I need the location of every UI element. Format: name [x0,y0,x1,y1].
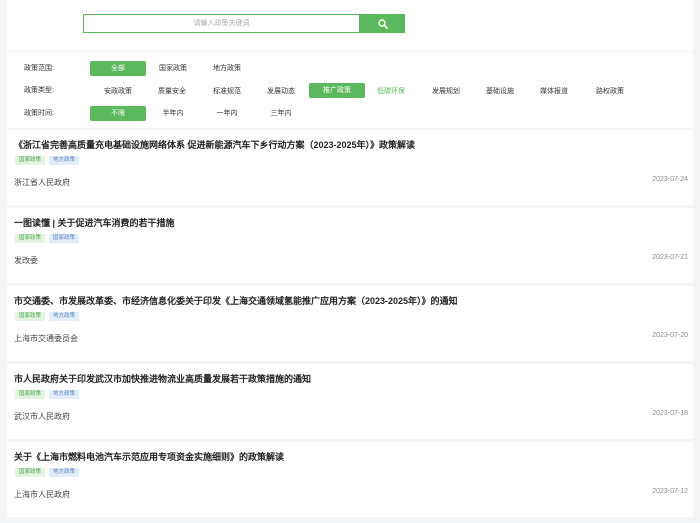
policy-issuer: 浙江省人民政府 [14,178,70,187]
policy-date: 2023-07-12 [652,488,688,495]
tag-group: 国家政策 地方政策 [15,468,80,477]
type-option-9[interactable]: 路权政策 [585,84,635,99]
search-box [83,14,360,33]
scope-option-local[interactable]: 地方政策 [202,61,252,76]
tag-local: 地方政策 [49,390,80,399]
policy-title[interactable]: 一图读懂 | 关于促进汽车消费的若干措施 [14,216,175,229]
policy-title[interactable]: 关于《上海市燃料电池汽车示范应用专项资金实施细则》的政策解读 [14,450,284,463]
search-input[interactable] [84,15,359,32]
filter-label-scope: 政策范围: [24,65,54,72]
tag-group: 国家政策 地方政策 [15,312,80,321]
tag-national: 国家政策 [15,312,46,321]
type-option-1[interactable]: 质量安全 [149,84,195,99]
filter-label-time: 政策时间: [24,110,54,117]
type-option-4[interactable]: 推广政策 [309,83,365,98]
type-option-3[interactable]: 发展动态 [258,84,304,99]
policy-title[interactable]: 市交通委、市发展改革委、市经济信息化委关于印发《上海交通领域氢能推广应用方案（2… [14,294,458,307]
tag-group: 国家政策 国家政策 [15,234,80,243]
list-item[interactable]: 市交通委、市发展改革委、市经济信息化委关于印发《上海交通领域氢能推广应用方案（2… [7,286,693,361]
policy-date: 2023-07-18 [652,410,688,417]
time-option-any[interactable]: 不限 [90,106,146,121]
search-button[interactable] [360,14,405,33]
policy-date: 2023-07-21 [652,254,688,261]
policy-issuer: 武汉市人民政府 [14,412,70,421]
scope-option-national[interactable]: 国家政策 [148,61,198,76]
type-option-5[interactable]: 低碳环保 [368,84,414,99]
search-area [7,0,693,51]
tag-local: 地方政策 [49,468,80,477]
time-option-three-years[interactable]: 三年内 [256,106,306,121]
filter-label-type: 政策类型: [24,87,54,94]
type-option-7[interactable]: 基础设施 [477,84,523,99]
policy-title[interactable]: 《浙江省完善高质量充电基础设施网络体系 促进新能源汽车下乡行动方案（2023-2… [14,138,415,151]
tag-national: 国家政策 [15,234,46,243]
tag-national: 国家政策 [49,234,80,243]
policy-date: 2023-07-24 [652,176,688,183]
list-item[interactable]: 《浙江省完善高质量充电基础设施网络体系 促进新能源汽车下乡行动方案（2023-2… [7,130,693,205]
policy-issuer: 发改委 [14,256,38,265]
scope-option-all[interactable]: 全部 [90,61,146,76]
list-item[interactable]: 一图读懂 | 关于促进汽车消费的若干措施 国家政策 国家政策 发改委 2023-… [7,208,693,283]
type-option-0[interactable]: 安政政策 [95,84,141,99]
tag-national: 国家政策 [15,156,46,165]
type-option-6[interactable]: 发展规划 [423,84,469,99]
policy-issuer: 上海市人民政府 [14,490,70,499]
filter-panel: 政策范围: 全部 国家政策 地方政策 政策类型: 安政政策 质量安全 标准规范 … [7,52,693,128]
list-item[interactable]: 关于《上海市燃料电池汽车示范应用专项资金实施细则》的政策解读 国家政策 地方政策… [7,442,693,517]
search-icon [377,18,388,29]
time-option-half-year[interactable]: 半年内 [148,106,198,121]
type-option-8[interactable]: 媒体报道 [531,84,577,99]
policy-issuer: 上海市交通委员会 [14,334,78,343]
tag-national: 国家政策 [15,390,46,399]
tag-local: 地方政策 [49,156,80,165]
type-option-2[interactable]: 标准规范 [204,84,250,99]
policy-title[interactable]: 市人民政府关于印发武汉市加快推进物流业高质量发展若干政策措施的通知 [14,372,311,385]
time-option-one-year[interactable]: 一年内 [202,106,252,121]
tag-local: 地方政策 [49,312,80,321]
tag-group: 国家政策 地方政策 [15,390,80,399]
list-item[interactable]: 市人民政府关于印发武汉市加快推进物流业高质量发展若干政策措施的通知 国家政策 地… [7,364,693,439]
tag-group: 国家政策 地方政策 [15,156,80,165]
policy-date: 2023-07-20 [652,332,688,339]
tag-national: 国家政策 [15,468,46,477]
